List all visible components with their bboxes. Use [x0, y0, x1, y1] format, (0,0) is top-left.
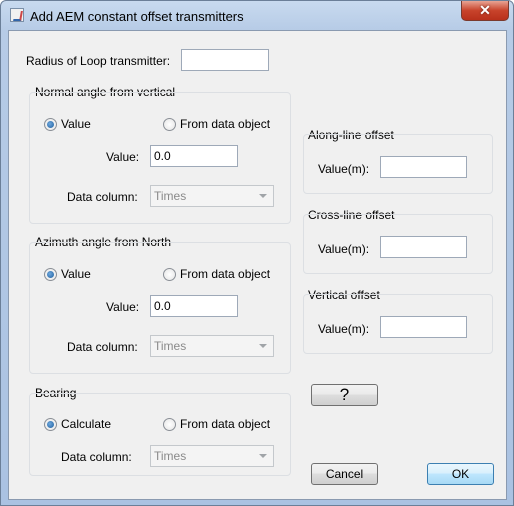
close-button[interactable]: ✕ — [461, 1, 509, 21]
dialog-window: Add AEM constant offset transmitters ✕ R… — [0, 0, 514, 506]
normal-value-radio-label[interactable]: Value — [61, 117, 91, 131]
cancel-button[interactable]: Cancel — [311, 463, 378, 485]
azimuth-column-label: Data column: — [67, 340, 138, 354]
bearing-calculate-radio-label[interactable]: Calculate — [61, 417, 111, 431]
normal-data-object-radio-label[interactable]: From data object — [180, 117, 270, 131]
bearing-column-select[interactable]: Times — [150, 445, 274, 467]
bearing-calculate-radio[interactable] — [44, 418, 57, 431]
vertical-offset-input[interactable] — [380, 316, 467, 338]
vertical-offset-label: Value(m): — [318, 322, 370, 336]
along-offset-input[interactable] — [380, 156, 467, 178]
dialog-content: Radius of Loop transmitter: Normal angle… — [8, 30, 507, 500]
title-bar[interactable]: Add AEM constant offset transmitters ✕ — [1, 1, 513, 31]
normal-value-input[interactable] — [150, 145, 238, 167]
normal-column-label: Data column: — [67, 190, 138, 204]
azimuth-column-select[interactable]: Times — [150, 335, 274, 357]
azimuth-value-input[interactable] — [150, 295, 238, 317]
along-offset-label: Value(m): — [318, 162, 370, 176]
radius-input[interactable] — [181, 49, 269, 71]
azimuth-data-object-radio-label[interactable]: From data object — [180, 267, 270, 281]
azimuth-value-radio-label[interactable]: Value — [61, 267, 91, 281]
bearing-column-label: Data column: — [61, 450, 132, 464]
chevron-down-icon — [259, 194, 267, 198]
cross-offset-input[interactable] — [380, 236, 467, 258]
bearing-data-object-radio-label[interactable]: From data object — [180, 417, 270, 431]
azimuth-value-label: Value: — [106, 300, 140, 314]
cross-offset-label: Value(m): — [318, 242, 370, 256]
chevron-down-icon — [259, 454, 267, 458]
normal-value-label: Value: — [106, 150, 140, 164]
chevron-down-icon — [259, 344, 267, 348]
bearing-column-value: Times — [154, 449, 187, 463]
help-button[interactable]: ? — [311, 384, 378, 406]
ok-button[interactable]: OK — [427, 463, 494, 485]
radius-label: Radius of Loop transmitter: — [26, 54, 171, 68]
bearing-data-object-radio[interactable] — [163, 418, 176, 431]
java-app-icon — [10, 8, 24, 22]
normal-value-radio[interactable] — [44, 118, 57, 131]
normal-column-value: Times — [154, 189, 187, 203]
azimuth-value-radio[interactable] — [44, 268, 57, 281]
close-icon: ✕ — [479, 2, 491, 18]
azimuth-data-object-radio[interactable] — [163, 268, 176, 281]
normal-column-select[interactable]: Times — [150, 185, 274, 207]
azimuth-column-value: Times — [154, 339, 187, 353]
window-title: Add AEM constant offset transmitters — [30, 9, 244, 24]
normal-data-object-radio[interactable] — [163, 118, 176, 131]
